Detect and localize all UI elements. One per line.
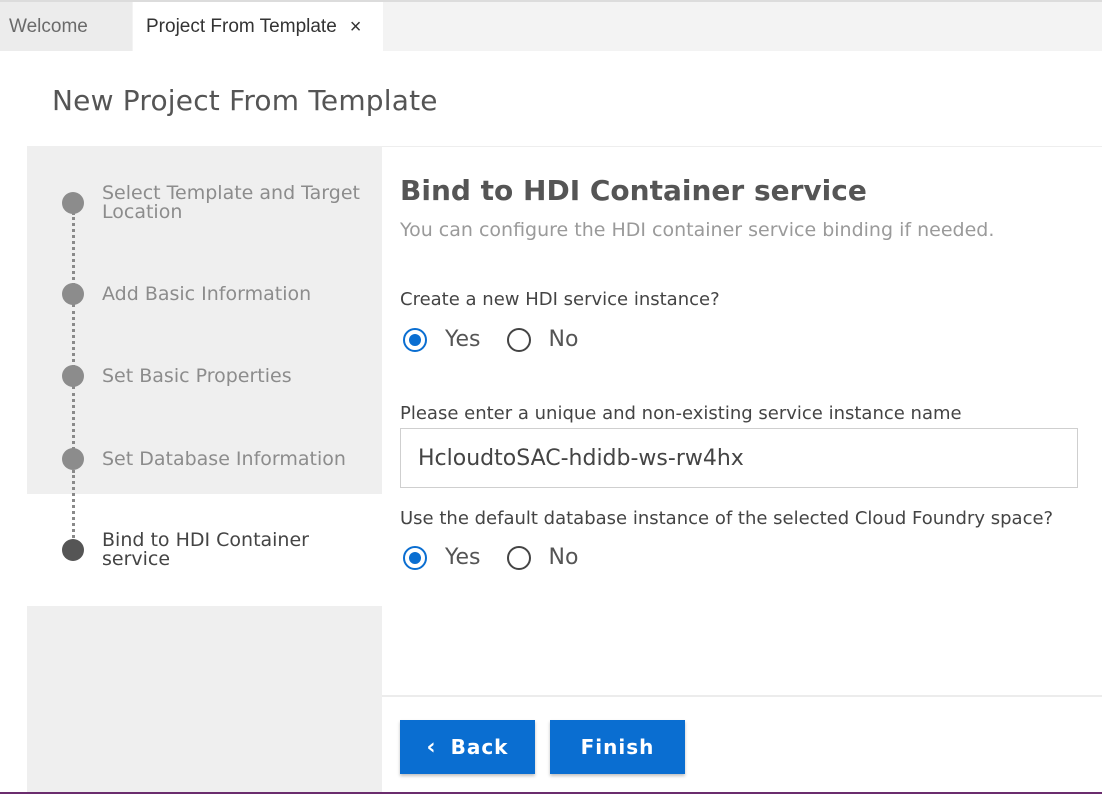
default-db-no-option[interactable]: No	[506, 545, 579, 570]
step-indicator-current	[62, 539, 84, 561]
radio-button-checked[interactable]	[403, 545, 427, 570]
radio-label-yes: Yes	[445, 545, 481, 570]
close-icon[interactable]: ×	[350, 17, 362, 37]
radio-button-unchecked[interactable]	[506, 327, 531, 352]
chevron-left-icon: ‹	[426, 734, 437, 760]
radio-label-no: No	[548, 545, 579, 570]
step-label-set-database-info[interactable]: Set Database Information	[102, 450, 362, 469]
radio-label-yes: Yes	[445, 327, 481, 352]
back-button[interactable]: ‹ Back	[400, 720, 535, 774]
radio-label-no: No	[548, 327, 579, 352]
radio-button-checked[interactable]	[403, 327, 427, 352]
step-connector	[72, 470, 75, 538]
instance-name-label: Please enter a unique and non-existing s…	[400, 403, 962, 424]
step-indicator-completed	[62, 192, 84, 214]
create-hdi-question: Create a new HDI service instance?	[400, 289, 720, 310]
section-title: Bind to HDI Container service	[400, 174, 867, 207]
step-label-select-template[interactable]: Select Template and Target Location	[102, 184, 362, 222]
tab-welcome-label: Welcome	[9, 15, 88, 37]
tab-project-from-template[interactable]: Project From Template ×	[133, 2, 383, 51]
step-label-set-basic-properties[interactable]: Set Basic Properties	[102, 367, 362, 386]
step-label-add-basic-info[interactable]: Add Basic Information	[102, 285, 362, 304]
tab-project-label: Project From Template	[146, 15, 337, 37]
step-indicator-completed	[62, 365, 84, 387]
default-db-radio-group: Yes No	[403, 545, 604, 570]
finish-button[interactable]: Finish	[550, 720, 685, 774]
step-label-bind-hdi[interactable]: Bind to HDI Container service	[102, 531, 362, 569]
wizard-sidebar-footer	[27, 606, 382, 794]
finish-button-label: Finish	[580, 735, 655, 759]
tab-welcome[interactable]: Welcome	[0, 2, 132, 51]
tab-bar: Welcome Project From Template ×	[0, 0, 1102, 51]
radio-button-unchecked[interactable]	[506, 545, 531, 570]
create-hdi-no-option[interactable]: No	[506, 327, 579, 352]
back-button-label: Back	[450, 735, 509, 759]
create-hdi-radio-group: Yes No	[403, 327, 604, 352]
page-title: New Project From Template	[52, 84, 438, 117]
step-indicator-completed	[62, 448, 84, 470]
footer-divider	[382, 695, 1102, 697]
divider	[382, 146, 1102, 147]
create-hdi-yes-option[interactable]: Yes	[403, 327, 481, 352]
instance-name-input[interactable]	[400, 428, 1078, 488]
step-connector	[72, 304, 75, 374]
section-subtitle: You can configure the HDI container serv…	[400, 219, 995, 241]
default-db-yes-option[interactable]: Yes	[403, 545, 481, 570]
step-indicator-completed	[62, 283, 84, 305]
default-db-question: Use the default database instance of the…	[400, 508, 1054, 529]
step-connector	[72, 212, 75, 292]
step-connector	[72, 386, 75, 456]
